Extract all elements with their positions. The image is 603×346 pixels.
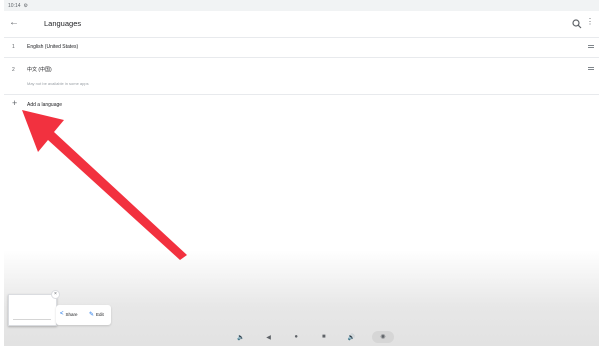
language-row-2[interactable]: 2 中文 (中国) May not be available in some a… — [4, 58, 599, 95]
arrow-back-icon[interactable]: ← — [9, 17, 19, 28]
recents-icon[interactable]: ■ — [317, 334, 331, 340]
volume-up-icon[interactable]: 🔊 — [344, 334, 358, 341]
edit-label: Edit — [96, 312, 104, 317]
language-number: 1 — [12, 44, 15, 50]
share-label: Share — [65, 311, 78, 317]
navigation-bar: 🔈 ◀ ● ■ 🔊 ◉ — [234, 330, 394, 344]
more-vert-icon[interactable]: ⋮ — [586, 17, 594, 26]
settings-screen: 10:14 ⚙ ← Languages ⋮ 1 English (United … — [4, 0, 599, 346]
drag-handle-icon[interactable] — [588, 67, 594, 71]
add-language-label: Add a language — [27, 102, 63, 108]
plus-icon: + — [12, 98, 18, 108]
share-icon: < — [60, 311, 64, 317]
language-subtitle: May not be available in some apps — [27, 81, 89, 86]
back-icon[interactable]: ◀ — [262, 334, 276, 341]
status-time: 10:14 — [8, 2, 21, 9]
language-row-1[interactable]: 1 English (United States) — [4, 37, 599, 58]
status-indicator-icon: ⚙ — [23, 2, 28, 9]
language-name: English (United States) — [27, 44, 79, 50]
language-number: 2 — [12, 67, 15, 73]
drag-handle-icon[interactable] — [588, 45, 594, 49]
screenshot-actions: < Share ✎ Edit — [56, 305, 111, 325]
page-title: Languages — [44, 19, 82, 28]
status-bar: 10:14 ⚙ — [4, 0, 599, 11]
screenshot-icon[interactable]: ◉ — [371, 331, 394, 343]
add-language-button[interactable]: + Add a language — [4, 98, 164, 112]
app-bar: ← Languages ⋮ — [4, 11, 599, 38]
share-button[interactable]: < Share — [60, 311, 78, 317]
home-icon[interactable]: ● — [289, 334, 303, 340]
close-icon[interactable]: × — [51, 290, 60, 299]
edit-button[interactable]: ✎ Edit — [89, 311, 104, 318]
language-name: 中文 (中国) — [27, 67, 52, 73]
edit-icon: ✎ — [89, 312, 95, 318]
screenshot-thumbnail[interactable] — [8, 294, 57, 326]
thumbnail-content — [13, 319, 51, 320]
search-icon[interactable] — [571, 18, 583, 30]
volume-down-icon[interactable]: 🔈 — [234, 334, 248, 341]
